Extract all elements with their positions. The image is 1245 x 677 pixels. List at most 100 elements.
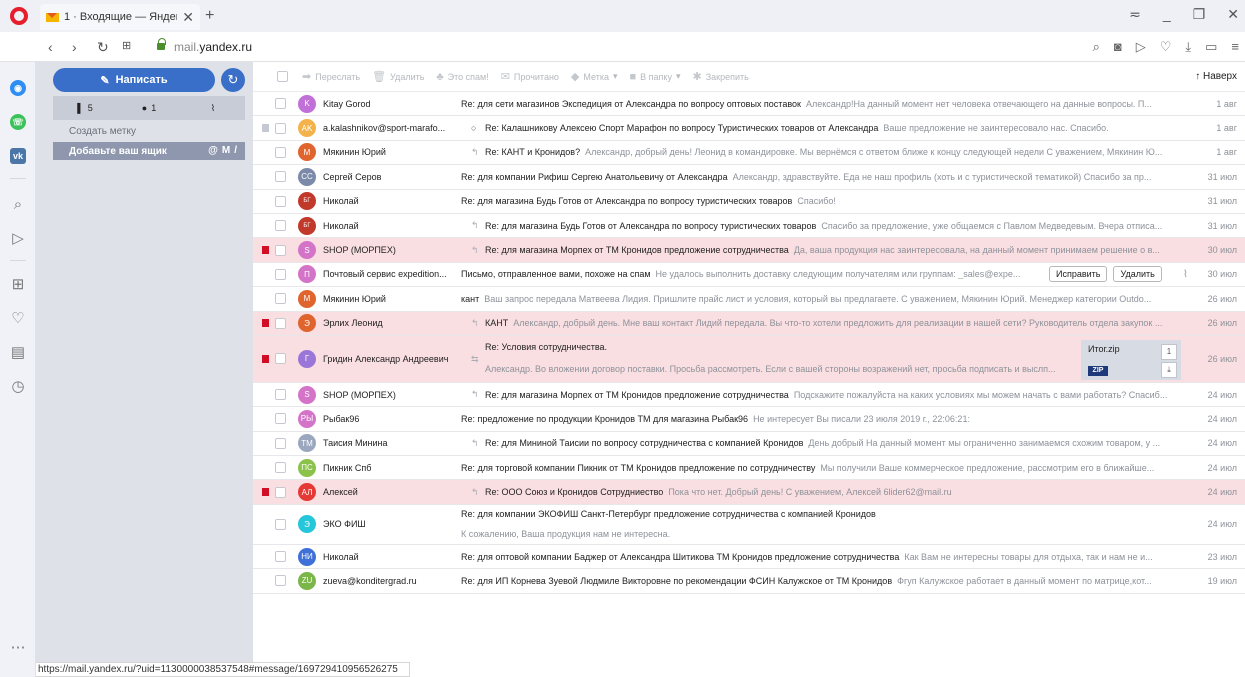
message-row[interactable]: ТМ Таисия Минина ↰ Re: для Мининой Таиси…: [253, 432, 1245, 457]
more-icon[interactable]: ⋯: [8, 637, 28, 657]
unread-toggle-icon[interactable]: ○: [471, 123, 476, 133]
filter-unread[interactable]: ● 1: [117, 103, 181, 113]
compose-button[interactable]: ✎ Написать: [53, 68, 215, 92]
opera-logo-icon[interactable]: [10, 7, 28, 25]
message-row[interactable]: БГ Николай ↰ Re: для магазина Будь Готов…: [253, 214, 1245, 239]
fix-button[interactable]: Исправить: [1049, 266, 1108, 283]
delete-button[interactable]: 🗑 Удалить: [372, 70, 424, 83]
message-row[interactable]: CC Сергей Серов Re: для компании Рифиш С…: [253, 165, 1245, 190]
messenger-icon[interactable]: ◉: [8, 78, 28, 98]
row-checkbox[interactable]: [275, 437, 286, 449]
row-checkbox[interactable]: [275, 518, 286, 530]
message-row[interactable]: ZU zueva@konditergrad.ru Re: для ИП Корн…: [253, 569, 1245, 594]
spam-button[interactable]: ♣ Это спам!: [436, 71, 488, 83]
close-window-icon[interactable]: ✕: [1227, 6, 1239, 23]
refresh-icon[interactable]: ↻: [221, 68, 245, 92]
flag-icon[interactable]: [262, 319, 269, 328]
row-checkbox[interactable]: [275, 98, 286, 110]
tab-menu-icon[interactable]: ≂: [1129, 6, 1141, 23]
attachment-count: 1: [1161, 343, 1177, 360]
message-row[interactable]: М Мякинин Юрий кант Ваш запрос передала …: [253, 287, 1245, 312]
mark-read-button[interactable]: ✉ Прочитано: [501, 70, 559, 83]
search-icon[interactable]: ⌕: [1093, 39, 1100, 55]
download-icon[interactable]: ⤓: [1185, 39, 1191, 55]
row-checkbox[interactable]: [275, 171, 286, 183]
message-row[interactable]: K Kitay Gorod Re: для сети магазинов Экс…: [253, 92, 1245, 117]
back-icon[interactable]: ‹: [48, 39, 53, 55]
sender-name: Гридин Александр Андреевич: [323, 353, 449, 364]
bookmarks-icon[interactable]: ♡: [8, 308, 28, 328]
row-checkbox[interactable]: [275, 268, 286, 280]
new-tab-icon[interactable]: +: [205, 7, 214, 25]
filter-attachments[interactable]: ⌇: [181, 103, 245, 114]
flag-icon[interactable]: [262, 246, 269, 255]
row-checkbox[interactable]: [275, 462, 286, 474]
message-row[interactable]: РЫ Рыбак96 Re: предложение по продукции …: [253, 407, 1245, 432]
pin-button[interactable]: ✱ Закрепить: [692, 70, 748, 83]
row-checkbox[interactable]: [275, 293, 286, 305]
forward-icon[interactable]: ›: [72, 39, 77, 55]
download-icon[interactable]: ⤓: [1161, 361, 1177, 378]
minimize-icon[interactable]: _: [1163, 6, 1171, 23]
filter-important[interactable]: ▌ 5: [53, 103, 117, 113]
message-row[interactable]: М Мякинин Юрий ↰ Re: КАНТ и Кронидов? Ал…: [253, 141, 1245, 166]
message-row[interactable]: AK a.kalashnikov@sport-marafo... ○ Re: К…: [253, 116, 1245, 141]
flag-icon[interactable]: [262, 124, 269, 133]
create-label-link[interactable]: Создать метку: [69, 126, 136, 137]
message-row[interactable]: S SHOP (МОРПЕХ) ↰ Re: для магазина Морпе…: [253, 383, 1245, 408]
menu-icon[interactable]: ≡: [1231, 39, 1239, 55]
row-checkbox[interactable]: [275, 413, 286, 425]
row-checkbox[interactable]: [275, 146, 286, 158]
row-checkbox[interactable]: [275, 575, 286, 587]
speed-dial-icon[interactable]: ⊞: [8, 274, 28, 294]
subject: Re: для компании Рифиш Сергею Анатольеви…: [461, 171, 728, 182]
message-row[interactable]: Э ЭКО ФИШ Re: для компании ЭКОФИШ Санкт-…: [253, 505, 1245, 545]
message-row[interactable]: П Почтовый сервис expedition... Письмо, …: [253, 263, 1245, 288]
news-icon[interactable]: ▤: [8, 342, 28, 362]
row-checkbox[interactable]: [275, 220, 286, 232]
row-checkbox[interactable]: [275, 195, 286, 207]
speed-dial-icon[interactable]: ⊞: [122, 39, 131, 52]
add-mailbox-button[interactable]: Добавьте ваш ящик @ M /: [53, 142, 245, 160]
avatar: Г: [298, 349, 316, 368]
row-checkbox[interactable]: [275, 244, 286, 256]
delete-button[interactable]: Удалить: [1113, 266, 1162, 283]
url-field[interactable]: mail.yandex.ru: [174, 40, 252, 54]
message-row[interactable]: S SHOP (МОРПЕХ) ↰ Re: для магазина Морпе…: [253, 238, 1245, 263]
search-icon[interactable]: ⌕: [8, 194, 28, 214]
row-checkbox[interactable]: [275, 389, 286, 401]
restore-icon[interactable]: ❐: [1193, 6, 1206, 23]
vk-icon[interactable]: vk: [8, 146, 28, 166]
snippet: Александр, добрый день. Мне ваш контакт …: [513, 318, 1163, 329]
whatsapp-icon[interactable]: ☏: [8, 112, 28, 132]
message-date: 24 июл: [1207, 462, 1237, 473]
row-checkbox[interactable]: [275, 122, 286, 134]
message-row[interactable]: АЛ Алексей ↰ Re: ООО Союз и Кронидов Сот…: [253, 480, 1245, 505]
label-button[interactable]: ◆ Метка ▾: [571, 70, 618, 83]
row-checkbox[interactable]: [275, 551, 286, 563]
row-checkbox[interactable]: [275, 486, 286, 498]
row-checkbox[interactable]: [275, 317, 286, 329]
message-row[interactable]: БГ Николай Re: для магазина Будь Готов о…: [253, 190, 1245, 214]
message-row[interactable]: НИ Николай Re: для оптовой компании Бадж…: [253, 545, 1245, 570]
select-all-checkbox[interactable]: [277, 71, 288, 82]
heart-icon[interactable]: ♡: [1160, 39, 1172, 55]
forward-button[interactable]: ➡ Переслать: [302, 70, 360, 83]
message-row[interactable]: Э Эрлих Леонид ↰ КАНТ Александр, добрый …: [253, 311, 1245, 336]
history-icon[interactable]: ◷: [8, 376, 28, 396]
close-tab-icon[interactable]: ✕: [182, 9, 194, 26]
flag-icon[interactable]: [262, 354, 269, 363]
send-icon[interactable]: ▷: [1136, 39, 1146, 55]
message-row[interactable]: Г Гридин Александр Андреевич ⇆ Re: Услов…: [253, 335, 1245, 383]
browser-tab[interactable]: 1 · Входящие — Яндекс.П ✕: [40, 4, 200, 30]
send-icon[interactable]: ▷: [8, 228, 28, 248]
scroll-up-button[interactable]: ↑ Наверх: [1195, 71, 1237, 82]
row-checkbox[interactable]: [275, 353, 286, 365]
snapshot-icon[interactable]: ◙: [1114, 39, 1122, 55]
reload-icon[interactable]: ↻: [97, 39, 109, 56]
to-folder-button[interactable]: ■ В папку ▾: [630, 71, 681, 83]
message-row[interactable]: ПС Пикник Спб Re: для торговой компании …: [253, 456, 1245, 481]
attachment-card[interactable]: Итог.zip ZIP 1 ⤓: [1081, 339, 1181, 380]
battery-icon[interactable]: ▭: [1205, 39, 1217, 55]
flag-icon[interactable]: [262, 488, 269, 497]
